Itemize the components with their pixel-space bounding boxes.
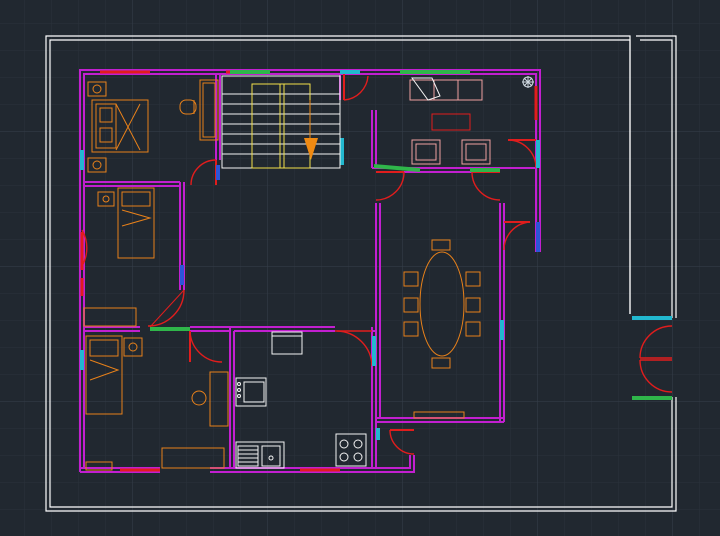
grid-major (0, 0, 720, 536)
floor-plan-drawing (0, 0, 720, 536)
cad-viewport[interactable] (0, 0, 720, 536)
